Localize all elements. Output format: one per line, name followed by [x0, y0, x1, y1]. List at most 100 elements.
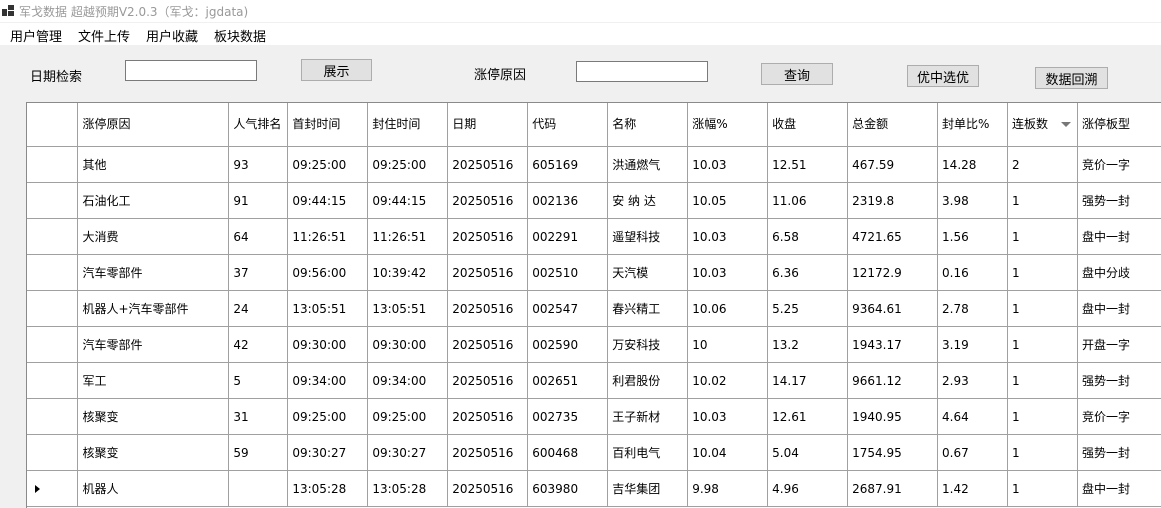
- col-header-change-pct[interactable]: 涨幅%: [687, 103, 769, 147]
- cell-amount[interactable]: 1754.95: [847, 434, 939, 471]
- cell-consecutive-boards[interactable]: 1: [1007, 218, 1078, 255]
- cell-reason[interactable]: 其他: [77, 146, 230, 183]
- row-header[interactable]: [27, 290, 79, 327]
- cell-seal-ratio[interactable]: 2.93: [937, 362, 1008, 399]
- col-header-reason[interactable]: 涨停原因: [77, 103, 230, 147]
- cell-first-seal-time[interactable]: 11:26:51: [287, 218, 369, 255]
- cell-reason[interactable]: 石油化工: [77, 182, 230, 219]
- row-header[interactable]: [27, 254, 79, 291]
- table-row[interactable]: 石油化工 91 09:44:15 09:44:15 20250516 002136 安 纳 …: [27, 182, 1161, 219]
- cell-reason[interactable]: 汽车零部件: [77, 326, 230, 363]
- cell-seal-ratio[interactable]: 0.16: [937, 254, 1008, 291]
- cell-limit-type[interactable]: 盘中一封: [1077, 218, 1161, 255]
- cell-name[interactable]: 洪通燃气: [607, 146, 689, 183]
- cell-final-seal-time[interactable]: 13:05:28: [367, 470, 449, 507]
- cell-amount[interactable]: 12172.9: [847, 254, 939, 291]
- cell-date[interactable]: 20250516: [447, 362, 529, 399]
- cell-seal-ratio[interactable]: 1.42: [937, 470, 1008, 507]
- cell-change-pct[interactable]: 10.03: [687, 218, 769, 255]
- cell-final-seal-time[interactable]: 11:26:51: [367, 218, 449, 255]
- cell-consecutive-boards[interactable]: 2: [1007, 146, 1078, 183]
- show-button[interactable]: 展示: [301, 59, 372, 81]
- cell-reason[interactable]: 大消费: [77, 218, 230, 255]
- cell-date[interactable]: 20250516: [447, 254, 529, 291]
- cell-rank[interactable]: 59: [228, 434, 289, 471]
- cell-first-seal-time[interactable]: 09:30:00: [287, 326, 369, 363]
- cell-name[interactable]: 万安科技: [607, 326, 689, 363]
- table-row[interactable]: 机器人 13:05:28 13:05:28 20250516 603980 吉华集团 9.9…: [27, 470, 1161, 507]
- cell-rank[interactable]: 91: [228, 182, 289, 219]
- cell-seal-ratio[interactable]: 0.67: [937, 434, 1008, 471]
- cell-reason[interactable]: 核聚变: [77, 398, 230, 435]
- col-header-limit-type[interactable]: 涨停板型: [1077, 103, 1161, 147]
- row-header[interactable]: [27, 218, 79, 255]
- cell-date[interactable]: 20250516: [447, 398, 529, 435]
- menu-sector-data[interactable]: 板块数据: [214, 26, 266, 45]
- row-header[interactable]: [27, 470, 79, 507]
- cell-date[interactable]: 20250516: [447, 434, 529, 471]
- cell-rank[interactable]: 31: [228, 398, 289, 435]
- cell-reason[interactable]: 核聚变: [77, 434, 230, 471]
- table-row[interactable]: 大消费 64 11:26:51 11:26:51 20250516 002291 遥望科技 1…: [27, 218, 1161, 255]
- cell-change-pct[interactable]: 10.03: [687, 254, 769, 291]
- cell-seal-ratio[interactable]: 2.78: [937, 290, 1008, 327]
- cell-amount[interactable]: 9661.12: [847, 362, 939, 399]
- cell-date[interactable]: 20250516: [447, 326, 529, 363]
- cell-code[interactable]: 002735: [527, 398, 609, 435]
- cell-name[interactable]: 王子新材: [607, 398, 689, 435]
- cell-code[interactable]: 605169: [527, 146, 609, 183]
- cell-consecutive-boards[interactable]: 1: [1007, 470, 1078, 507]
- cell-first-seal-time[interactable]: 13:05:51: [287, 290, 369, 327]
- cell-final-seal-time[interactable]: 09:44:15: [367, 182, 449, 219]
- cell-first-seal-time[interactable]: 09:56:00: [287, 254, 369, 291]
- cell-amount[interactable]: 2687.91: [847, 470, 939, 507]
- cell-close[interactable]: 12.51: [767, 146, 849, 183]
- cell-limit-type[interactable]: 盘中分歧: [1077, 254, 1161, 291]
- data-backtest-button[interactable]: 数据回溯: [1035, 67, 1108, 89]
- cell-limit-type[interactable]: 竞价一字: [1077, 398, 1161, 435]
- col-header-date[interactable]: 日期: [447, 103, 529, 147]
- cell-rank[interactable]: 42: [228, 326, 289, 363]
- cell-rank[interactable]: 5: [228, 362, 289, 399]
- cell-limit-type[interactable]: 强势一封: [1077, 434, 1161, 471]
- col-header-consecutive-boards[interactable]: 连板数: [1007, 103, 1078, 147]
- cell-date[interactable]: 20250516: [447, 290, 529, 327]
- cell-amount[interactable]: 9364.61: [847, 290, 939, 327]
- cell-code[interactable]: 002547: [527, 290, 609, 327]
- cell-change-pct[interactable]: 10.05: [687, 182, 769, 219]
- cell-name[interactable]: 春兴精工: [607, 290, 689, 327]
- col-header-code[interactable]: 代码: [527, 103, 609, 147]
- cell-first-seal-time[interactable]: 09:44:15: [287, 182, 369, 219]
- cell-consecutive-boards[interactable]: 1: [1007, 326, 1078, 363]
- cell-name[interactable]: 天汽模: [607, 254, 689, 291]
- cell-change-pct[interactable]: 10.02: [687, 362, 769, 399]
- cell-final-seal-time[interactable]: 09:30:27: [367, 434, 449, 471]
- cell-close[interactable]: 11.06: [767, 182, 849, 219]
- row-header[interactable]: [27, 326, 79, 363]
- table-row[interactable]: 机器人+汽车零部件 24 13:05:51 13:05:51 20250516 00254…: [27, 290, 1161, 327]
- cell-amount[interactable]: 1940.95: [847, 398, 939, 435]
- cell-close[interactable]: 5.25: [767, 290, 849, 327]
- cell-rank[interactable]: 24: [228, 290, 289, 327]
- cell-code[interactable]: 002291: [527, 218, 609, 255]
- table-row[interactable]: 汽车零部件 42 09:30:00 09:30:00 20250516 002590 万安科…: [27, 326, 1161, 363]
- cell-close[interactable]: 4.96: [767, 470, 849, 507]
- cell-reason[interactable]: 机器人: [77, 470, 230, 507]
- cell-consecutive-boards[interactable]: 1: [1007, 434, 1078, 471]
- table-row[interactable]: 军工 5 09:34:00 09:34:00 20250516 002651 利君股份 10.…: [27, 362, 1161, 399]
- col-header-final-seal-time[interactable]: 封住时间: [367, 103, 449, 147]
- cell-change-pct[interactable]: 10.03: [687, 398, 769, 435]
- menu-user-favorites[interactable]: 用户收藏: [146, 26, 198, 45]
- stock-grid[interactable]: 涨停原因 人气排名 首封时间 封住时间 日期 代码 名称 涨幅% 收盘 总金额 …: [26, 102, 1161, 508]
- cell-name[interactable]: 安 纳 达: [607, 182, 689, 219]
- row-header[interactable]: [27, 434, 79, 471]
- col-header-name[interactable]: 名称: [607, 103, 689, 147]
- menu-file-upload[interactable]: 文件上传: [78, 26, 130, 45]
- cell-date[interactable]: 20250516: [447, 218, 529, 255]
- cell-code[interactable]: 002510: [527, 254, 609, 291]
- cell-limit-type[interactable]: 开盘一字: [1077, 326, 1161, 363]
- row-header[interactable]: [27, 362, 79, 399]
- col-header-close[interactable]: 收盘: [767, 103, 849, 147]
- cell-amount[interactable]: 4721.65: [847, 218, 939, 255]
- cell-seal-ratio[interactable]: 14.28: [937, 146, 1008, 183]
